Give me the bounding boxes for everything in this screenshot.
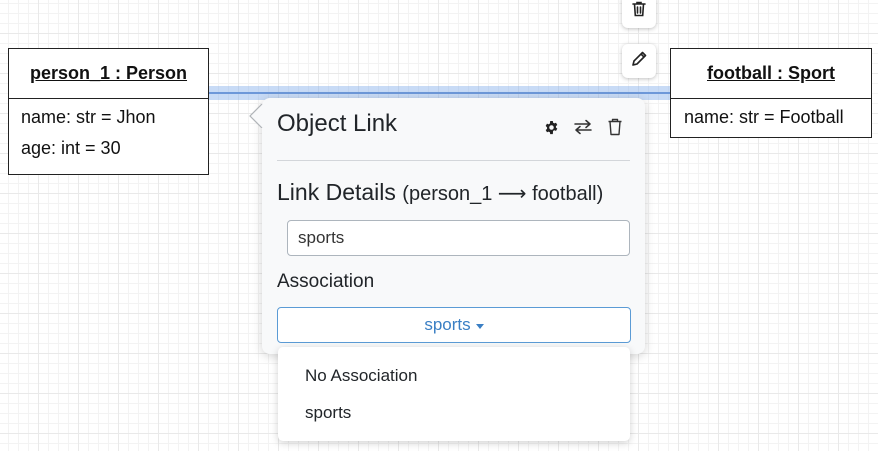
object-football-attr-name: name: str = Football bbox=[684, 107, 844, 127]
gear-icon[interactable] bbox=[544, 120, 559, 135]
object-link-popover: Object Link Link Details (person_1 ⟶ foo… bbox=[249, 98, 645, 354]
popover-actions bbox=[544, 118, 623, 136]
link-details-heading: Link Details (person_1 ⟶ football) bbox=[277, 179, 603, 206]
swap-icon[interactable] bbox=[573, 119, 593, 135]
edit-tool-button[interactable] bbox=[622, 44, 656, 78]
object-person-title: person_1 : Person bbox=[9, 49, 208, 99]
link-name-input[interactable] bbox=[287, 220, 630, 256]
association-selected-value: sports bbox=[424, 315, 471, 334]
association-select[interactable]: sports bbox=[277, 307, 631, 343]
object-football-title: football : Sport bbox=[671, 49, 871, 99]
delete-tool-button[interactable] bbox=[622, 0, 656, 28]
object-football[interactable]: football : Sport name: str = Football bbox=[670, 48, 872, 138]
object-person[interactable]: person_1 : Person name: str = Jhon age: … bbox=[8, 48, 209, 175]
pencil-icon bbox=[631, 51, 647, 72]
popover-title: Object Link bbox=[277, 110, 398, 137]
object-person-attr-age: age: int = 30 bbox=[21, 138, 121, 158]
link-details-label: Link Details bbox=[277, 179, 403, 205]
link-details-endpoints: (person_1 ⟶ football) bbox=[402, 183, 604, 205]
trash-icon[interactable] bbox=[607, 118, 623, 136]
association-label: Association bbox=[277, 271, 375, 292]
popover-arrow bbox=[249, 104, 263, 128]
dropdown-item-no-association[interactable]: No Association bbox=[278, 357, 630, 394]
trash-icon bbox=[632, 1, 646, 22]
chevron-down-icon bbox=[475, 323, 484, 329]
association-dropdown-menu: No Association sports bbox=[278, 347, 630, 441]
dropdown-item-sports[interactable]: sports bbox=[278, 394, 630, 431]
popover-divider bbox=[277, 160, 630, 161]
